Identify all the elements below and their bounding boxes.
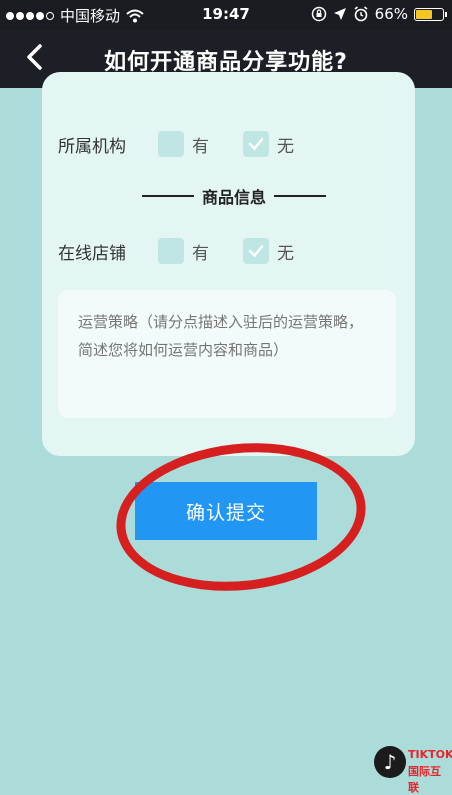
store-no-label: 无 bbox=[277, 243, 294, 264]
store-row: 在线店铺 有 无 bbox=[58, 238, 328, 264]
strategy-textarea[interactable] bbox=[58, 290, 396, 418]
battery-icon bbox=[414, 7, 447, 21]
tiktok-note-icon: ♪ bbox=[374, 746, 406, 778]
org-yes-checkbox[interactable] bbox=[158, 131, 184, 157]
org-no-label: 无 bbox=[277, 136, 294, 157]
divider-right bbox=[274, 195, 327, 197]
alarm-icon bbox=[354, 6, 368, 22]
tiktok-watermark-logo: ♪ TIKTOK 国际互联 bbox=[372, 742, 452, 794]
org-yes-label: 有 bbox=[192, 136, 209, 157]
annotation-circle bbox=[109, 431, 373, 603]
store-option-yes[interactable]: 有 bbox=[158, 238, 209, 264]
store-yes-checkbox[interactable] bbox=[158, 238, 184, 264]
logo-line1: TIKTOK bbox=[408, 748, 452, 761]
org-label: 所属机构 bbox=[58, 136, 126, 157]
orientation-lock-icon bbox=[311, 6, 326, 22]
store-label: 在线店铺 bbox=[58, 243, 126, 264]
store-option-no[interactable]: 无 bbox=[243, 238, 294, 264]
section-title-text: 商品信息 bbox=[202, 188, 267, 207]
logo-line2: 国际互联 bbox=[408, 765, 441, 794]
section-title: 商品信息 bbox=[142, 184, 327, 208]
divider-left bbox=[142, 195, 194, 197]
checkmark-icon bbox=[248, 245, 264, 258]
location-arrow-icon bbox=[333, 8, 346, 20]
checkmark-icon bbox=[248, 138, 264, 151]
battery-percent: 66% bbox=[374, 5, 408, 23]
org-no-checkbox[interactable] bbox=[243, 131, 269, 157]
org-row: 所属机构 有 无 bbox=[58, 131, 328, 157]
status-bar: 中国移动 19:47 66% bbox=[0, 0, 452, 30]
org-option-no[interactable]: 无 bbox=[243, 131, 294, 157]
store-no-checkbox[interactable] bbox=[243, 238, 269, 264]
store-yes-label: 有 bbox=[192, 243, 209, 264]
org-option-yes[interactable]: 有 bbox=[158, 131, 209, 157]
